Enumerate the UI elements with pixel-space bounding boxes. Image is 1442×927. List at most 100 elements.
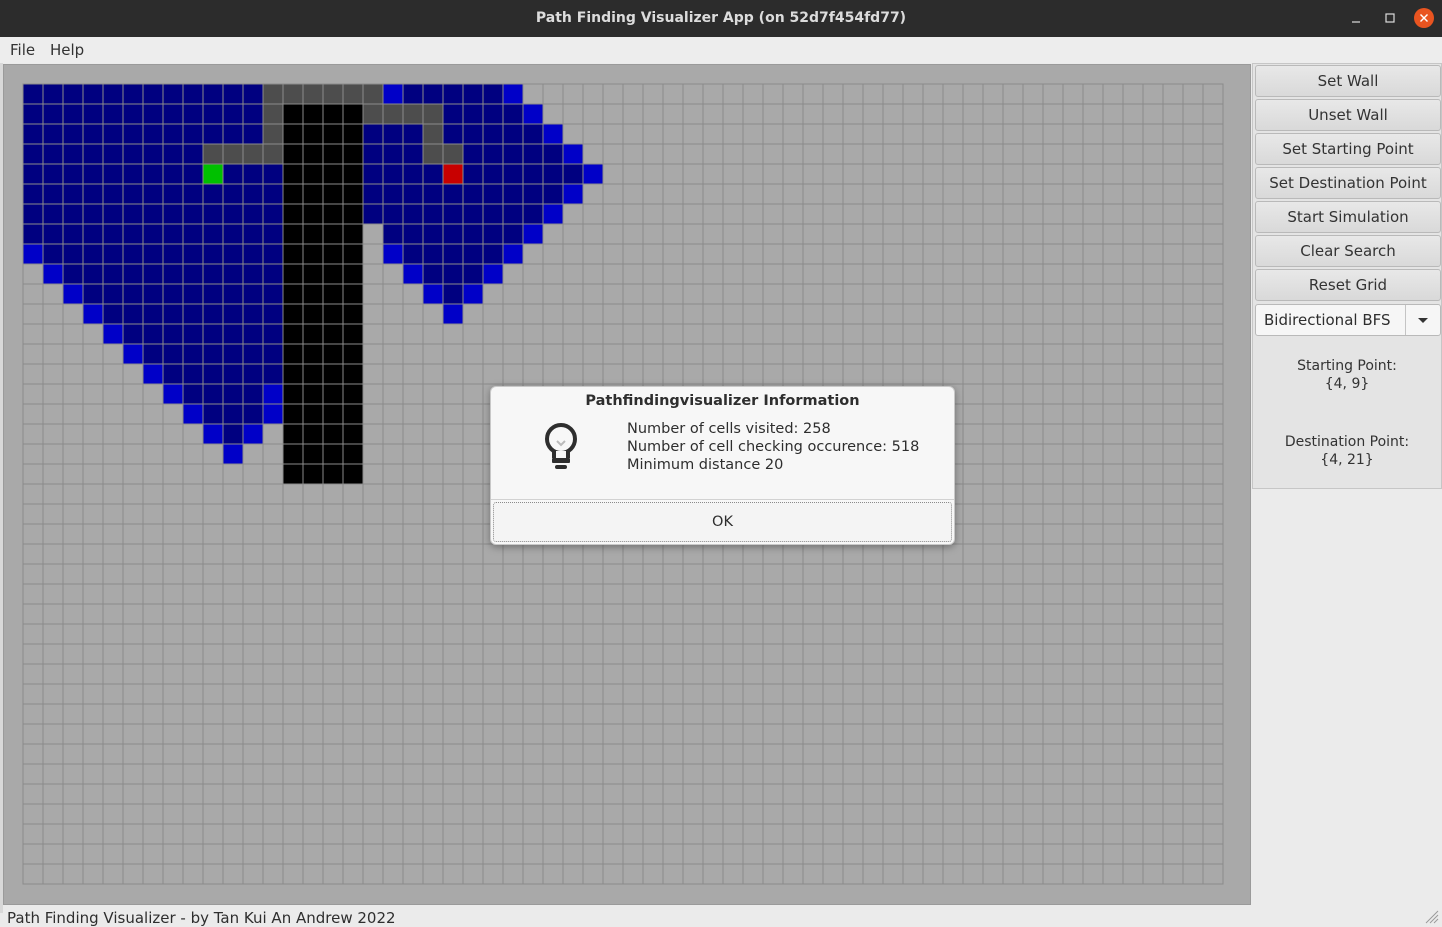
grid-cell-empty[interactable] [102, 523, 124, 545]
grid-cell-empty[interactable] [62, 463, 84, 485]
grid-cell-empty[interactable] [82, 403, 104, 425]
grid-cell-empty[interactable] [1102, 163, 1124, 185]
grid-cell-empty[interactable] [1142, 703, 1164, 725]
grid-cell-visited[interactable] [242, 203, 264, 225]
grid-cell-empty[interactable] [582, 263, 604, 285]
grid-cell-empty[interactable] [322, 843, 344, 865]
grid-cell-empty[interactable] [782, 643, 804, 665]
grid-cell-empty[interactable] [1062, 403, 1084, 425]
grid-cell-empty[interactable] [682, 823, 704, 845]
grid-cell-frontier[interactable] [502, 83, 524, 105]
grid-cell-empty[interactable] [442, 383, 464, 405]
grid-cell-empty[interactable] [182, 543, 204, 565]
grid-cell-empty[interactable] [1062, 103, 1084, 125]
grid-cell-empty[interactable] [522, 563, 544, 585]
grid-cell-empty[interactable] [562, 603, 584, 625]
grid-cell-empty[interactable] [982, 103, 1004, 125]
grid-cell-empty[interactable] [222, 723, 244, 745]
grid-cell-empty[interactable] [742, 143, 764, 165]
grid-cell-visited[interactable] [502, 183, 524, 205]
grid-cell-empty[interactable] [522, 683, 544, 705]
grid-cell-empty[interactable] [222, 543, 244, 565]
grid-cell-empty[interactable] [82, 683, 104, 705]
grid-cell-empty[interactable] [1062, 543, 1084, 565]
grid-cell-empty[interactable] [1122, 403, 1144, 425]
grid-cell-empty[interactable] [122, 723, 144, 745]
grid-cell-empty[interactable] [382, 763, 404, 785]
grid-cell-empty[interactable] [1162, 183, 1184, 205]
grid-cell-empty[interactable] [902, 183, 924, 205]
grid-cell-visited[interactable] [182, 303, 204, 325]
grid-cell-empty[interactable] [1062, 323, 1084, 345]
grid-cell-empty[interactable] [862, 323, 884, 345]
grid-cell-empty[interactable] [922, 363, 944, 385]
grid-cell-empty[interactable] [1022, 363, 1044, 385]
grid-cell-empty[interactable] [302, 523, 324, 545]
grid-cell-empty[interactable] [722, 843, 744, 865]
grid-cell-empty[interactable] [1122, 363, 1144, 385]
grid-cell-empty[interactable] [462, 323, 484, 345]
grid-cell-empty[interactable] [1002, 263, 1024, 285]
grid-cell-visited[interactable] [362, 163, 384, 185]
grid-cell-empty[interactable] [182, 603, 204, 625]
grid-cell-empty[interactable] [882, 163, 904, 185]
grid-cell-empty[interactable] [1042, 863, 1064, 885]
grid-cell-empty[interactable] [302, 583, 324, 605]
grid-cell-visited[interactable] [162, 103, 184, 125]
grid-cell-wall[interactable] [302, 343, 324, 365]
grid-cell-empty[interactable] [662, 803, 684, 825]
grid-cell-empty[interactable] [702, 103, 724, 125]
grid-cell-empty[interactable] [822, 143, 844, 165]
grid-cell-empty[interactable] [182, 503, 204, 525]
grid-cell-empty[interactable] [782, 843, 804, 865]
grid-cell-empty[interactable] [962, 283, 984, 305]
grid-cell-empty[interactable] [862, 123, 884, 145]
grid-cell-empty[interactable] [662, 703, 684, 725]
grid-cell-empty[interactable] [782, 83, 804, 105]
grid-cell-empty[interactable] [1082, 143, 1104, 165]
grid-cell-empty[interactable] [922, 703, 944, 725]
grid-cell-empty[interactable] [302, 663, 324, 685]
grid-cell-empty[interactable] [682, 563, 704, 585]
grid-cell-visited[interactable] [402, 243, 424, 265]
grid-cell-empty[interactable] [242, 663, 264, 685]
grid-cell-empty[interactable] [462, 863, 484, 885]
grid-cell-empty[interactable] [1002, 143, 1024, 165]
grid-cell-empty[interactable] [642, 643, 664, 665]
grid-cell-visited[interactable] [482, 123, 504, 145]
grid-cell-empty[interactable] [362, 783, 384, 805]
grid-cell-empty[interactable] [1182, 143, 1204, 165]
grid-cell-empty[interactable] [102, 383, 124, 405]
grid-cell-visited[interactable] [222, 83, 244, 105]
grid-cell-empty[interactable] [822, 863, 844, 885]
grid-cell-empty[interactable] [202, 823, 224, 845]
grid-cell-empty[interactable] [962, 143, 984, 165]
grid-cell-empty[interactable] [922, 563, 944, 585]
grid-cell-empty[interactable] [1082, 723, 1104, 745]
grid-cell-empty[interactable] [1082, 163, 1104, 185]
grid-cell-visited[interactable] [382, 183, 404, 205]
grid-cell-empty[interactable] [722, 343, 744, 365]
grid-cell-empty[interactable] [382, 643, 404, 665]
grid-cell-empty[interactable] [982, 663, 1004, 685]
grid-cell-empty[interactable] [982, 163, 1004, 185]
grid-cell-empty[interactable] [262, 563, 284, 585]
grid-cell-empty[interactable] [522, 763, 544, 785]
grid-cell-empty[interactable] [42, 583, 64, 605]
grid-cell-empty[interactable] [242, 623, 264, 645]
grid-cell-empty[interactable] [982, 623, 1004, 645]
grid-cell-empty[interactable] [42, 623, 64, 645]
grid-cell-empty[interactable] [382, 663, 404, 685]
grid-cell-empty[interactable] [1102, 563, 1124, 585]
grid-cell-empty[interactable] [1202, 243, 1224, 265]
grid-cell-empty[interactable] [142, 383, 164, 405]
grid-cell-empty[interactable] [1102, 423, 1124, 445]
grid-cell-empty[interactable] [802, 683, 824, 705]
grid-cell-empty[interactable] [242, 783, 264, 805]
grid-cell-visited[interactable] [462, 243, 484, 265]
grid-cell-empty[interactable] [542, 723, 564, 745]
grid-cell-empty[interactable] [922, 643, 944, 665]
grid-cell-empty[interactable] [1182, 803, 1204, 825]
grid-cell-empty[interactable] [102, 363, 124, 385]
grid-cell-empty[interactable] [1042, 583, 1064, 605]
